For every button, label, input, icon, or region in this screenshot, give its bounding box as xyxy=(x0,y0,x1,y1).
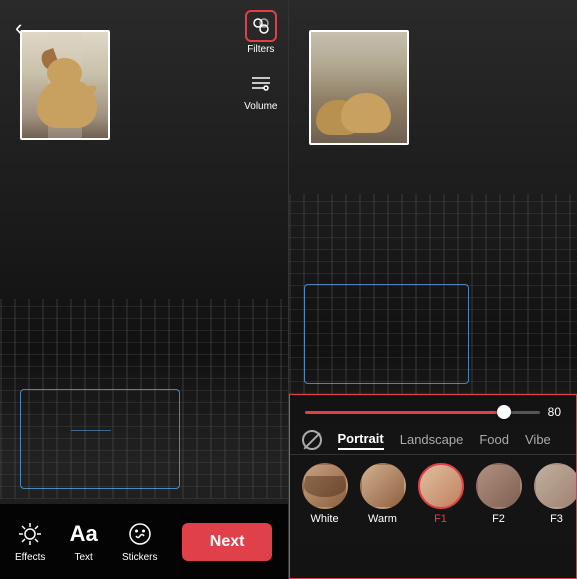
filter-label-warm: Warm xyxy=(368,513,397,525)
no-filter-icon[interactable] xyxy=(302,430,322,450)
text-icon: Aa xyxy=(70,520,98,548)
stickers-label: Stickers xyxy=(122,552,158,563)
filter-label-f3: F3 xyxy=(550,513,563,525)
text-button[interactable]: Aa Text xyxy=(70,520,98,563)
filter-label-white: White xyxy=(310,513,338,525)
filter-warm[interactable]: Warm xyxy=(360,463,406,525)
video-thumbnail-left xyxy=(20,30,110,140)
intensity-value: 80 xyxy=(548,405,561,419)
effects-label: Effects xyxy=(15,552,45,563)
next-button[interactable]: Next xyxy=(182,523,273,561)
tab-portrait[interactable]: Portrait xyxy=(338,429,384,450)
right-toolbar: Filters Volume xyxy=(244,10,277,112)
filter-avatar-f3 xyxy=(534,463,577,509)
intensity-thumb[interactable] xyxy=(497,405,511,419)
dog-head-left xyxy=(47,58,82,88)
text-label: Text xyxy=(75,552,93,563)
trackpad-right xyxy=(304,284,469,384)
intensity-slider[interactable] xyxy=(305,411,540,414)
stickers-button[interactable]: Stickers xyxy=(122,520,158,563)
filters-button[interactable]: Filters xyxy=(245,10,277,55)
filter-f2[interactable]: F2 xyxy=(476,463,522,525)
video-thumbnail-right xyxy=(309,30,409,145)
filter-tabs: Portrait Landscape Food Vibe xyxy=(290,425,577,455)
dog-body-right xyxy=(341,93,391,133)
tab-food[interactable]: Food xyxy=(479,430,509,449)
bottom-toolbar: Effects Aa Text Stickers Next xyxy=(0,504,288,579)
back-button[interactable]: ‹ xyxy=(15,15,22,41)
filters-icon xyxy=(245,10,277,42)
filter-f3[interactable]: F3 xyxy=(534,463,577,525)
volume-button[interactable]: Volume xyxy=(244,67,277,112)
dog-image-left xyxy=(22,32,108,138)
filter-avatar-f1 xyxy=(418,463,464,509)
filter-label-f1: F1 xyxy=(434,513,447,525)
intensity-row: 80 xyxy=(290,395,577,425)
tab-vibe[interactable]: Vibe xyxy=(525,430,551,449)
filter-list: White Warm F1 F2 F3 xyxy=(290,455,577,533)
stickers-icon xyxy=(126,520,154,548)
filter-avatar-warm xyxy=(360,463,406,509)
filter-avatar-white xyxy=(302,463,348,509)
filters-label: Filters xyxy=(247,44,274,55)
effects-icon xyxy=(16,520,44,548)
right-panel: 80 Portrait Landscape Food Vibe White Wa… xyxy=(289,0,577,579)
tab-landscape[interactable]: Landscape xyxy=(400,430,464,449)
volume-icon xyxy=(245,67,277,99)
filter-f1[interactable]: F1 xyxy=(418,463,464,525)
filter-white[interactable]: White xyxy=(302,463,348,525)
volume-label: Volume xyxy=(244,101,277,112)
filter-panel: 80 Portrait Landscape Food Vibe White Wa… xyxy=(289,394,577,579)
dog-image-right xyxy=(311,32,407,143)
left-panel: ‹ Filters Volume xyxy=(0,0,288,579)
trackpad-left xyxy=(20,389,180,489)
filter-label-f2: F2 xyxy=(492,513,505,525)
effects-button[interactable]: Effects xyxy=(15,520,45,563)
filter-avatar-f2 xyxy=(476,463,522,509)
